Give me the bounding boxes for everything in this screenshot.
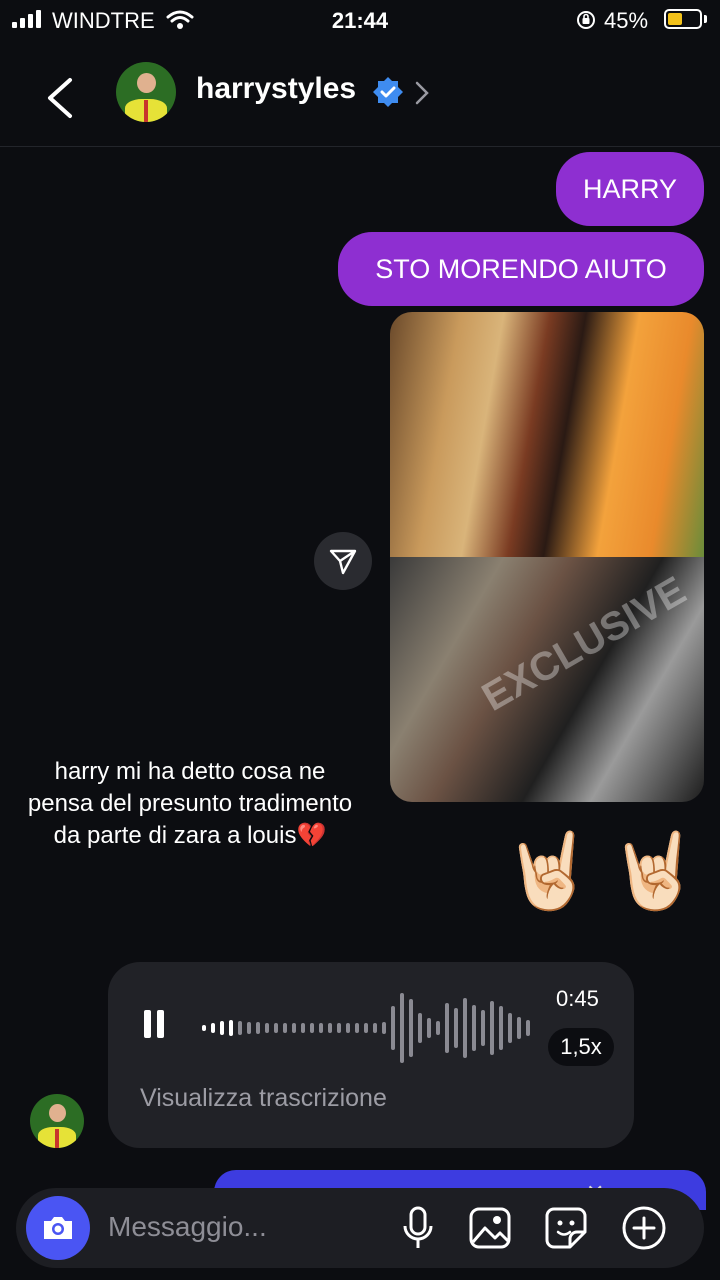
waveform-bar bbox=[202, 1025, 206, 1031]
back-arrow-icon[interactable] bbox=[44, 76, 76, 120]
waveform-bar bbox=[238, 1021, 242, 1035]
waveform-bar bbox=[292, 1023, 296, 1033]
playback-speed-button[interactable]: 1,5x bbox=[548, 1028, 614, 1066]
waveform-bar bbox=[328, 1023, 332, 1033]
waveform-bar bbox=[256, 1022, 260, 1034]
photo-message[interactable]: EXCLUSIVE bbox=[390, 312, 704, 802]
microphone-button[interactable] bbox=[392, 1202, 444, 1254]
battery-icon bbox=[664, 9, 702, 29]
waveform-bar bbox=[508, 1013, 512, 1043]
waveform-bar bbox=[337, 1023, 341, 1033]
chat-header: harrystyles bbox=[0, 56, 720, 147]
status-bar: WINDTRE 21:44 45% bbox=[0, 0, 720, 40]
sticker-button[interactable] bbox=[540, 1202, 592, 1254]
emoji-message[interactable]: 🤘🏻 bbox=[502, 828, 594, 915]
voice-duration: 0:45 bbox=[556, 986, 599, 1011]
share-icon bbox=[329, 549, 357, 575]
waveform-bar bbox=[301, 1023, 305, 1033]
photo-top-image bbox=[390, 312, 704, 557]
waveform-bar bbox=[229, 1020, 233, 1036]
waveform-bar bbox=[391, 1006, 395, 1050]
waveform-bar bbox=[346, 1023, 350, 1033]
battery-tip bbox=[704, 15, 707, 23]
waveform-bar bbox=[274, 1023, 278, 1033]
waveform-bar bbox=[454, 1008, 458, 1048]
waveform-bar bbox=[355, 1023, 359, 1033]
waveform-bar bbox=[283, 1023, 287, 1033]
message-composer: Messaggio... bbox=[16, 1188, 704, 1268]
waveform-bar bbox=[463, 998, 467, 1058]
plus-icon bbox=[622, 1206, 666, 1250]
verified-badge-icon bbox=[373, 77, 403, 107]
orientation-lock-icon bbox=[577, 11, 595, 29]
waveform-bar bbox=[382, 1022, 386, 1034]
waveform-bar bbox=[490, 1001, 494, 1055]
username[interactable]: harrystyles bbox=[196, 72, 356, 106]
chevron-right-icon[interactable] bbox=[414, 80, 430, 106]
emoji-message[interactable]: 🤘🏻 bbox=[608, 828, 700, 915]
pause-icon[interactable] bbox=[142, 1008, 166, 1040]
microphone-icon bbox=[403, 1206, 433, 1248]
sent-message-bubble[interactable]: HARRY bbox=[556, 152, 704, 226]
waveform[interactable] bbox=[200, 992, 530, 1064]
camera-button[interactable] bbox=[26, 1196, 90, 1260]
waveform-bar bbox=[247, 1022, 251, 1034]
transcript-link[interactable]: Visualizza trascrizione bbox=[140, 1084, 387, 1113]
overlay-caption: harry mi ha detto cosa ne pensa del pres… bbox=[27, 758, 353, 849]
waveform-bar bbox=[373, 1023, 377, 1033]
waveform-bar bbox=[364, 1023, 368, 1033]
gallery-button[interactable] bbox=[464, 1202, 516, 1254]
message-text: HARRY bbox=[582, 173, 678, 204]
voice-message[interactable]: 0:45 1,5x Visualizza trascrizione bbox=[108, 962, 634, 1148]
waveform-bar bbox=[220, 1021, 224, 1035]
avatar[interactable] bbox=[30, 1094, 84, 1148]
waveform-bar bbox=[409, 999, 413, 1057]
waveform-bar bbox=[481, 1010, 485, 1046]
waveform-bar bbox=[211, 1023, 215, 1033]
message-text: STO MORENDO AIUTO bbox=[375, 253, 667, 284]
waveform-bar bbox=[319, 1023, 323, 1033]
gallery-icon bbox=[469, 1207, 511, 1249]
share-button[interactable] bbox=[314, 532, 372, 590]
waveform-bar bbox=[517, 1017, 521, 1039]
waveform-bar bbox=[526, 1020, 530, 1036]
message-input[interactable]: Messaggio... bbox=[108, 1211, 267, 1243]
waveform-bar bbox=[436, 1021, 440, 1035]
waveform-bar bbox=[265, 1023, 269, 1033]
battery-percent: 45% bbox=[604, 8, 649, 33]
waveform-bar bbox=[400, 993, 404, 1063]
sticker-icon bbox=[545, 1207, 587, 1249]
waveform-bar bbox=[427, 1018, 431, 1038]
camera-icon bbox=[44, 1217, 72, 1239]
waveform-bar bbox=[499, 1006, 503, 1050]
plus-button[interactable] bbox=[618, 1202, 670, 1254]
sent-message-bubble[interactable]: STO MORENDO AIUTO bbox=[338, 232, 704, 306]
waveform-bar bbox=[418, 1013, 422, 1043]
waveform-bar bbox=[310, 1023, 314, 1033]
avatar[interactable] bbox=[116, 62, 176, 122]
waveform-bar bbox=[472, 1005, 476, 1051]
waveform-bar bbox=[445, 1003, 449, 1053]
